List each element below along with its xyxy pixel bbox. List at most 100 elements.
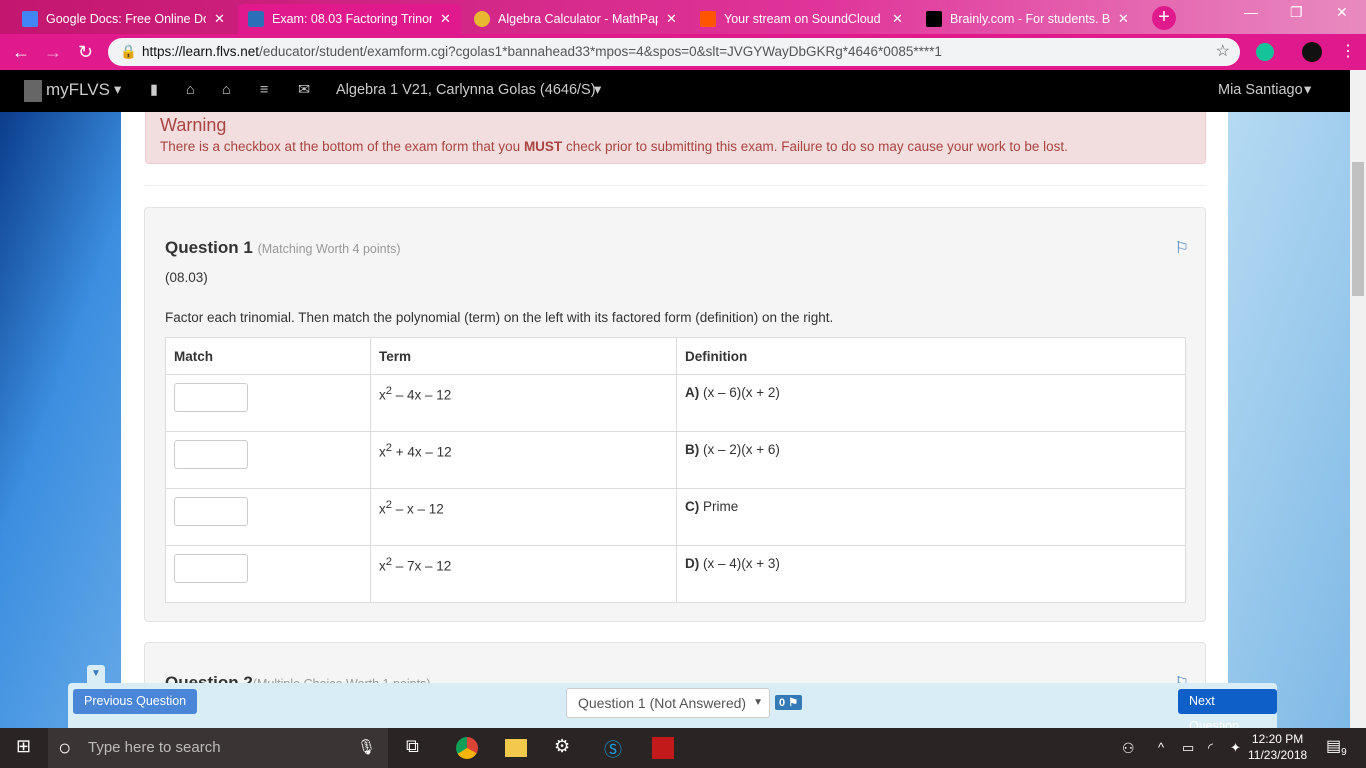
close-window-button[interactable]: ✕ bbox=[1336, 4, 1348, 21]
header-term: Term bbox=[370, 337, 677, 375]
mail-icon[interactable]: ✉ bbox=[298, 82, 310, 98]
caret-down-icon: ▾ bbox=[1304, 82, 1312, 98]
caret-down-icon: ▾ bbox=[594, 82, 602, 98]
tab-mathpapa[interactable]: Algebra Calculator - MathPapa ✕ bbox=[464, 4, 687, 34]
close-icon[interactable]: ✕ bbox=[892, 11, 903, 27]
tab-exam[interactable]: Exam: 08.03 Factoring Trinomia ✕ bbox=[238, 4, 461, 34]
table-row: x2 – 4x – 12 A) (x – 6)(x + 2) bbox=[165, 374, 1186, 432]
settings-icon[interactable]: ⚙ bbox=[554, 736, 570, 757]
table-row: x2 + 4x – 12 B) (x – 2)(x + 6) bbox=[165, 431, 1186, 489]
profile-avatar[interactable] bbox=[1302, 42, 1322, 62]
flagged-count-badge[interactable]: 0 ⚑ bbox=[775, 695, 803, 710]
question-number: Question 1 bbox=[165, 238, 253, 257]
taskbar-search[interactable]: ○ Type here to search 🎙 bbox=[48, 728, 388, 768]
divider bbox=[145, 185, 1206, 186]
tab-title: Algebra Calculator - MathPapa bbox=[498, 12, 658, 26]
close-icon[interactable]: ✕ bbox=[214, 11, 225, 27]
question-nav-bar: Previous Question Question 1 (Not Answer… bbox=[68, 683, 1277, 733]
collapse-toggle-icon[interactable]: ▼ bbox=[87, 665, 105, 683]
definition: C) Prime bbox=[676, 488, 1186, 546]
match-input[interactable] bbox=[174, 554, 248, 583]
brand-menu[interactable]: myFLVS bbox=[46, 80, 110, 100]
tab-title: Exam: 08.03 Factoring Trinomia bbox=[272, 12, 432, 26]
table-row: x2 – 7x – 12 D) (x – 4)(x + 3) bbox=[165, 545, 1186, 603]
url-input[interactable]: 🔒 https://learn.flvs.net/educator/student… bbox=[108, 38, 1240, 66]
reload-icon[interactable]: ↻ bbox=[78, 42, 93, 63]
time: 12:20 PM bbox=[1251, 732, 1304, 746]
menu-icon[interactable]: ⋮ bbox=[1340, 41, 1356, 61]
google-docs-icon bbox=[22, 11, 38, 27]
header-match: Match bbox=[165, 337, 371, 375]
search-placeholder: Type here to search bbox=[88, 739, 221, 756]
action-center-icon[interactable]: ▤9 bbox=[1326, 736, 1347, 758]
caret-down-icon: ▾ bbox=[114, 82, 122, 98]
user-menu[interactable]: Mia Santiago bbox=[1218, 82, 1303, 98]
microphone-icon[interactable]: 🎙 bbox=[357, 728, 376, 768]
question-1-panel: Question 1 (Matching Worth 4 points) ⚐ (… bbox=[144, 207, 1206, 622]
caret-down-icon: ▼ bbox=[753, 697, 763, 708]
term: x2 – x – 12 bbox=[370, 488, 677, 546]
match-input[interactable] bbox=[174, 440, 248, 469]
site-navbar: myFLVS ▾ ▮ ⌂ ⌂ ≡ ✉ Algebra 1 V21, Carlyn… bbox=[0, 70, 1350, 112]
header-definition: Definition bbox=[676, 337, 1186, 375]
close-icon[interactable]: ✕ bbox=[666, 11, 677, 27]
mathpapa-icon bbox=[474, 11, 490, 27]
page-scrollbar[interactable] bbox=[1350, 70, 1366, 728]
chrome-icon[interactable] bbox=[456, 737, 478, 759]
tab-strip: Google Docs: Free Online Docu ✕ Exam: 08.… bbox=[0, 0, 1366, 34]
lock-icon: 🔒 bbox=[120, 44, 137, 59]
new-tab-button[interactable]: + bbox=[1152, 6, 1176, 30]
dropbox-icon[interactable]: ✦ bbox=[1230, 740, 1241, 756]
book-icon[interactable]: ▮ bbox=[150, 82, 158, 98]
question-code: (08.03) bbox=[165, 270, 208, 285]
people-icon[interactable]: ⚇ bbox=[1122, 740, 1135, 757]
battery-icon[interactable]: ▭ bbox=[1182, 740, 1194, 756]
tab-google-docs[interactable]: Google Docs: Free Online Docu ✕ bbox=[12, 4, 235, 34]
tab-brainly[interactable]: Brainly.com - For students. By ✕ bbox=[916, 4, 1139, 34]
flag-icon[interactable]: ⚐ bbox=[1175, 238, 1189, 258]
back-icon[interactable]: ← bbox=[12, 42, 30, 63]
star-icon[interactable]: ☆ bbox=[1216, 38, 1230, 66]
show-hidden-icons[interactable]: ^ bbox=[1158, 740, 1164, 755]
warning-text-2: check prior to submitting this exam. Fai… bbox=[562, 139, 1068, 154]
tab-title: Brainly.com - For students. By bbox=[950, 12, 1110, 26]
windows-start-icon[interactable]: ⊞ bbox=[16, 736, 31, 757]
tab-soundcloud[interactable]: Your stream on SoundCloud ✕ bbox=[690, 4, 913, 34]
matching-table: Match Term Definition x2 – 4x – 12 A) (x – … bbox=[165, 337, 1186, 603]
definition: D) (x – 4)(x + 3) bbox=[676, 545, 1186, 603]
term: x2 – 4x – 12 bbox=[370, 374, 677, 432]
flvs-logo-icon bbox=[24, 80, 42, 102]
flvs-icon bbox=[248, 11, 264, 27]
inbox-icon[interactable]: ⌂ bbox=[186, 82, 195, 98]
wifi-icon[interactable]: ◜ bbox=[1208, 740, 1213, 756]
restore-button[interactable]: ❐ bbox=[1290, 4, 1303, 21]
tab-title: Your stream on SoundCloud bbox=[724, 12, 881, 26]
clock[interactable]: 12:20 PM 11/23/2018 bbox=[1248, 731, 1307, 763]
grammarly-icon[interactable] bbox=[1256, 43, 1274, 61]
warning-alert: Warning There is a checkbox at the botto… bbox=[145, 112, 1206, 164]
url-host: https://learn.flvs.net bbox=[142, 44, 260, 59]
match-input[interactable] bbox=[174, 497, 248, 526]
next-question-button[interactable]: Next Question bbox=[1178, 689, 1277, 733]
home-icon[interactable]: ⌂ bbox=[222, 82, 231, 98]
close-icon[interactable]: ✕ bbox=[1118, 11, 1129, 27]
question-select[interactable]: Question 1 (Not Answered) ▼ bbox=[566, 688, 770, 718]
course-menu[interactable]: Algebra 1 V21, Carlynna Golas (4646/S) bbox=[336, 82, 596, 98]
forward-icon[interactable]: → bbox=[44, 42, 62, 63]
notification-count: 9 bbox=[1341, 747, 1347, 759]
warning-text: There is a checkbox at the bottom of the… bbox=[160, 139, 1191, 154]
previous-question-button[interactable]: Previous Question bbox=[73, 689, 198, 714]
warning-text-1: There is a checkbox at the bottom of the… bbox=[160, 139, 524, 154]
creative-cloud-icon[interactable] bbox=[652, 737, 674, 759]
file-explorer-icon[interactable] bbox=[505, 739, 527, 757]
brainly-icon bbox=[926, 11, 942, 27]
close-icon[interactable]: ✕ bbox=[440, 11, 451, 27]
scrollbar-thumb[interactable] bbox=[1352, 162, 1364, 296]
term: x2 + 4x – 12 bbox=[370, 431, 677, 489]
definition: A) (x – 6)(x + 2) bbox=[676, 374, 1186, 432]
skype-icon[interactable]: Ⓢ bbox=[604, 736, 622, 762]
minimize-button[interactable]: — bbox=[1244, 4, 1258, 20]
task-view-icon[interactable]: ⧉ bbox=[406, 736, 419, 757]
list-icon[interactable]: ≡ bbox=[260, 82, 268, 98]
match-input[interactable] bbox=[174, 383, 248, 412]
